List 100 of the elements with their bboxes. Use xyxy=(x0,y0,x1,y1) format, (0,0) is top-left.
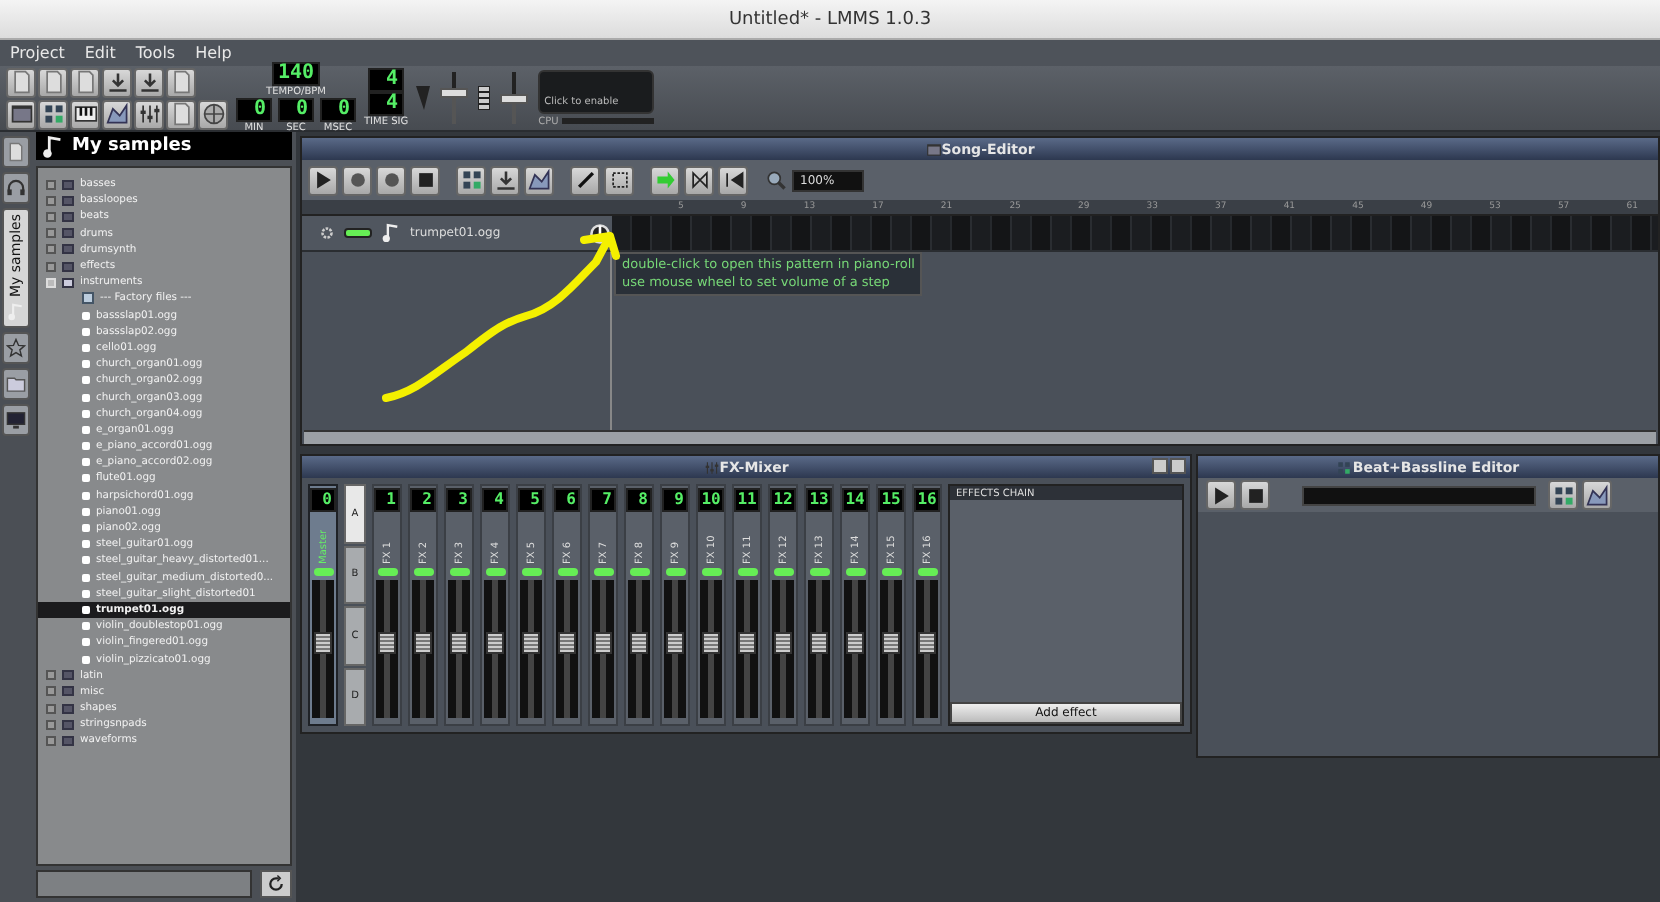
arrow-icon xyxy=(653,168,677,192)
channel-led[interactable] xyxy=(593,568,613,576)
recent-projects-button[interactable] xyxy=(102,67,132,97)
fader-thumb[interactable] xyxy=(738,632,756,655)
channel-led[interactable] xyxy=(313,568,333,576)
add-sample-track-button[interactable] xyxy=(490,165,520,195)
channel-led[interactable] xyxy=(485,568,505,576)
expander-toggle[interactable] xyxy=(46,686,56,697)
fader-thumb[interactable] xyxy=(414,632,432,655)
expander-toggle[interactable] xyxy=(46,261,56,272)
reload-button[interactable] xyxy=(260,870,292,898)
expander-toggle[interactable] xyxy=(46,735,56,746)
selection-icon xyxy=(607,168,631,192)
expander-toggle[interactable] xyxy=(46,211,56,222)
channel-led[interactable] xyxy=(449,568,469,576)
channel-led[interactable] xyxy=(629,568,649,576)
draw-mode-button[interactable] xyxy=(570,165,600,195)
edit-mode-button[interactable] xyxy=(604,165,634,195)
expander-toggle[interactable] xyxy=(46,195,56,206)
master-pitch-slider[interactable] xyxy=(500,93,529,103)
expander-toggle[interactable] xyxy=(46,719,56,730)
channel-led[interactable] xyxy=(917,568,937,576)
fader-thumb[interactable] xyxy=(882,632,900,655)
document-icon xyxy=(41,70,65,94)
presets-tab[interactable] xyxy=(2,172,30,204)
export-button[interactable] xyxy=(166,67,196,97)
project-notes-button[interactable] xyxy=(166,99,196,129)
piano-roll-button[interactable] xyxy=(70,99,100,129)
window-title: Untitled* - LMMS 1.0.3 xyxy=(728,9,932,29)
channel-led[interactable] xyxy=(809,568,829,576)
play-button[interactable] xyxy=(1206,480,1236,510)
new-from-template-button[interactable] xyxy=(38,67,68,97)
save-button[interactable] xyxy=(134,67,164,97)
window-icon xyxy=(925,141,942,157)
tempo-display[interactable]: 140 xyxy=(271,62,321,86)
master-volume-slider[interactable] xyxy=(440,87,469,98)
computer-tab[interactable] xyxy=(2,403,30,436)
stop-behaviour-button[interactable] xyxy=(718,165,748,195)
channel-led[interactable] xyxy=(701,568,721,576)
open-project-button[interactable] xyxy=(70,67,100,97)
menu-item[interactable]: Project xyxy=(10,44,65,62)
channel-led[interactable] xyxy=(665,568,685,576)
fader-thumb[interactable] xyxy=(630,632,648,655)
record-button[interactable] xyxy=(342,165,372,195)
favorites-tab[interactable] xyxy=(2,331,30,364)
beat-bassline-dropdown[interactable] xyxy=(1302,485,1536,505)
home-folder-tab[interactable] xyxy=(2,367,30,400)
expander-toggle[interactable] xyxy=(46,179,56,190)
beat-bassline-button[interactable] xyxy=(38,99,68,129)
channel-led[interactable] xyxy=(773,568,793,576)
fader-thumb[interactable] xyxy=(594,632,612,655)
add-beat-bassline-button[interactable] xyxy=(456,165,486,195)
fader-thumb[interactable] xyxy=(378,632,396,655)
loop-points-button[interactable] xyxy=(684,165,714,195)
record-play-button[interactable] xyxy=(376,165,406,195)
play-button[interactable] xyxy=(308,165,338,195)
mute-led[interactable] xyxy=(344,228,372,238)
fader-thumb[interactable] xyxy=(522,632,540,655)
fader-thumb[interactable] xyxy=(774,632,792,655)
channel-led[interactable] xyxy=(557,568,577,576)
minimize-button[interactable] xyxy=(1152,458,1168,474)
menu-item[interactable]: Help xyxy=(195,44,232,62)
expander-toggle[interactable] xyxy=(46,244,56,255)
horizontal-scrollbar[interactable] xyxy=(304,430,1656,444)
fader-thumb[interactable] xyxy=(558,632,576,655)
fx-mixer-button[interactable] xyxy=(134,99,164,129)
close-button[interactable] xyxy=(1170,458,1186,474)
automation-editor-button[interactable] xyxy=(102,99,132,129)
instrument-plugins-tab[interactable] xyxy=(2,136,30,168)
controllers-button[interactable] xyxy=(198,99,228,129)
stop-button[interactable] xyxy=(410,165,440,195)
menu-item[interactable]: Edit xyxy=(84,44,116,62)
channel-led[interactable] xyxy=(377,568,397,576)
folder-icon xyxy=(6,373,26,394)
stop-button[interactable] xyxy=(1240,480,1270,510)
menu-item[interactable]: Tools xyxy=(135,44,176,62)
fader-thumb[interactable] xyxy=(450,632,468,655)
add-automation-track-button[interactable] xyxy=(524,165,554,195)
channel-led[interactable] xyxy=(413,568,433,576)
fader-thumb[interactable] xyxy=(918,632,936,655)
filter-field[interactable] xyxy=(36,870,252,898)
auto-scroll-button[interactable] xyxy=(650,165,680,195)
channel-led[interactable] xyxy=(521,568,541,576)
fader-thumb[interactable] xyxy=(846,632,864,655)
channel-led[interactable] xyxy=(737,568,757,576)
expander-toggle[interactable] xyxy=(46,703,56,714)
fader-thumb[interactable] xyxy=(810,632,828,655)
expander-toggle[interactable] xyxy=(46,228,56,239)
channel-led[interactable] xyxy=(845,568,865,576)
time-signature-denominator[interactable]: 4 xyxy=(368,92,405,116)
new-project-button[interactable] xyxy=(6,67,36,97)
fader-thumb[interactable] xyxy=(486,632,504,655)
fader-thumb[interactable] xyxy=(666,632,684,655)
channel-led[interactable] xyxy=(881,568,901,576)
time-signature-numerator[interactable]: 4 xyxy=(368,68,405,92)
song-editor-button[interactable] xyxy=(6,99,36,129)
add-beat-bassline-button[interactable] xyxy=(1548,480,1578,510)
expander-toggle[interactable] xyxy=(46,670,56,681)
fader-thumb[interactable] xyxy=(702,632,720,655)
fader-thumb[interactable] xyxy=(314,632,332,655)
